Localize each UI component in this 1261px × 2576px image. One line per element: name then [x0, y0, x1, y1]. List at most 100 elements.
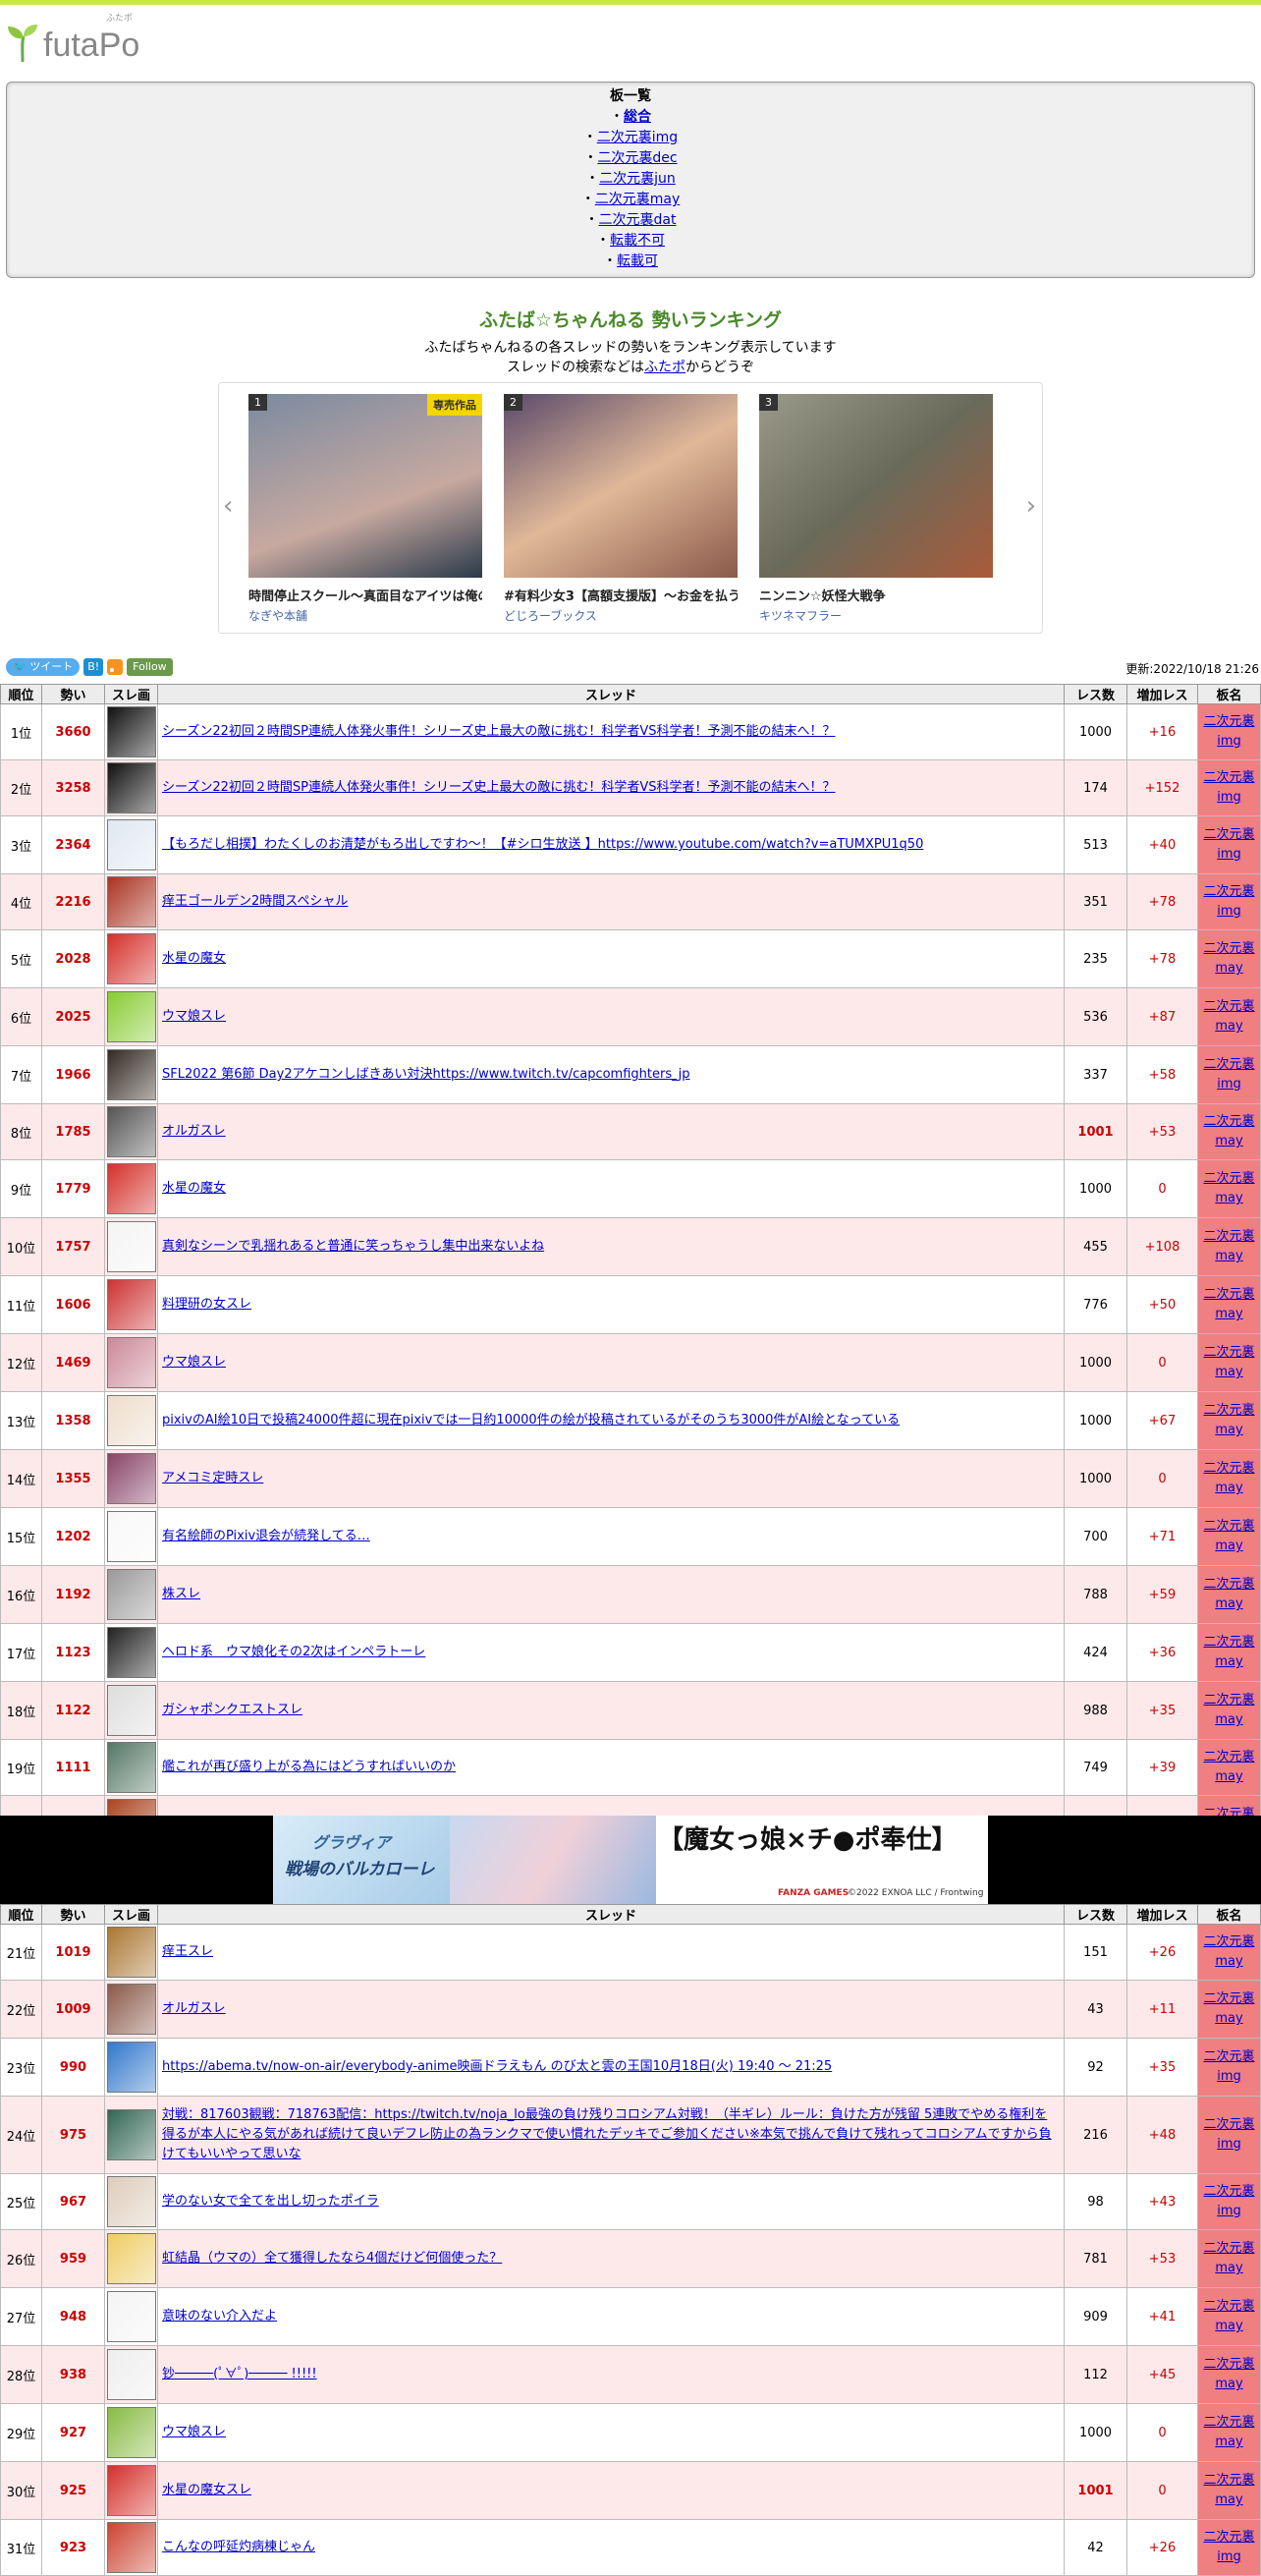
product-title[interactable]: #有料少女3【高額支援版】〜お金を払うと [504, 586, 738, 604]
thread-link[interactable]: 水星の魔女 [162, 1181, 226, 1196]
thread-link[interactable]: SFL2022 第6節 Day2アケコンしばきあい対決https://www.t… [162, 1067, 689, 1082]
board-name-link[interactable]: 二次元裏 may [1203, 1693, 1254, 1727]
thread-link[interactable]: ウマ娘スレ [162, 1009, 226, 1024]
thread-link[interactable]: こんなの呼延灼病棟じゃん [162, 2540, 315, 2554]
thread-thumbnail[interactable] [107, 1395, 156, 1446]
board-link[interactable]: 二次元裏jun [599, 171, 676, 187]
board-name-link[interactable]: 二次元裏 may [1203, 1635, 1254, 1669]
board-name-link[interactable]: 二次元裏 may [1203, 1577, 1254, 1611]
thread-thumbnail[interactable] [107, 2522, 156, 2573]
board-link[interactable]: 二次元裏img [597, 130, 678, 145]
thread-link[interactable]: https://abema.tv/now-on-air/everybody-an… [162, 2059, 832, 2074]
thread-link[interactable]: pixivのAI絵10日で投稿24000件超に現在pixivでは一日約10000… [162, 1413, 900, 1428]
board-name-link[interactable]: 二次元裏 may [1203, 1114, 1254, 1148]
thread-thumbnail[interactable] [107, 1511, 156, 1562]
board-name-link[interactable]: 二次元裏 may [1203, 1519, 1254, 1553]
board-list[interactable]: 板一覧 ・総合 ・二次元裏img ・二次元裏dec ・二次元裏jun ・二次元裏… [6, 82, 1255, 278]
thread-link[interactable]: 痒王ゴールデン2時間スペシャル [162, 894, 348, 909]
thread-thumbnail[interactable] [107, 2176, 156, 2227]
board-name-link[interactable]: 二次元裏 may [1203, 2473, 1254, 2507]
rss-icon[interactable] [107, 659, 124, 675]
board-name-link[interactable]: 二次元裏 may [1203, 1750, 1254, 1784]
board-name-link[interactable]: 二次元裏 img [1203, 2117, 1254, 2152]
thread-link[interactable]: 钞─────(ﾟ∀ﾟ)───── !!!!! [162, 2367, 317, 2381]
board-name-link[interactable]: 二次元裏 may [1203, 999, 1254, 1034]
board-name-link[interactable]: 二次元裏 img [1203, 2530, 1254, 2564]
product-title[interactable]: ニンニン☆妖怪大戦争 [759, 586, 993, 604]
thread-link[interactable]: 虹結晶（ウマの）全て獲得したなら4個だけど何個使った？ [162, 2251, 502, 2266]
thread-thumbnail[interactable] [107, 2465, 156, 2516]
board-name-link[interactable]: 二次元裏 img [1203, 770, 1254, 805]
carousel-prev-icon[interactable]: ‹ [223, 491, 233, 521]
board-link[interactable]: 転載可 [617, 253, 658, 269]
thread-thumbnail[interactable] [107, 991, 156, 1042]
thread-thumbnail[interactable] [107, 1106, 156, 1157]
thread-link[interactable]: 水星の魔女 [162, 951, 226, 966]
thread-link[interactable]: 艦これが再び盛り上がる為にはどうすればいいのか [162, 1760, 456, 1774]
thread-link[interactable]: ウマ娘スレ [162, 2425, 226, 2439]
thread-thumbnail[interactable] [107, 1279, 156, 1330]
board-link[interactable]: 総合 [624, 109, 651, 125]
thread-thumbnail[interactable] [107, 2407, 156, 2458]
carousel-slide[interactable]: 3 ニンニン☆妖怪大戦争 キツネマフラー [759, 394, 993, 624]
board-name-link[interactable]: 二次元裏 may [1203, 1229, 1254, 1263]
board-name-link[interactable]: 二次元裏 may [1203, 2299, 1254, 2333]
board-link[interactable]: 二次元裏may [595, 192, 681, 207]
board-name-link[interactable]: 二次元裏 img [1203, 884, 1254, 919]
thread-thumbnail[interactable] [107, 2109, 156, 2160]
thread-thumbnail[interactable] [107, 1049, 156, 1100]
thread-link[interactable]: シーズン22初回２時間SP連続人体発火事件！シリーズ史上最大の敵に挑む！科学者V… [162, 780, 835, 795]
product-title[interactable]: 時間停止スクール～真面目なアイツは俺の [248, 586, 482, 604]
thread-link[interactable]: 水星の魔女スレ [162, 2483, 251, 2497]
thread-thumbnail[interactable] [107, 1927, 156, 1978]
thread-thumbnail[interactable] [107, 1337, 156, 1388]
board-name-link[interactable]: 二次元裏 may [1203, 1171, 1254, 1205]
site-logo[interactable]: futaPo [6, 23, 139, 62]
carousel-slide[interactable]: 2 #有料少女3【高額支援版】〜お金を払うと どじろーブックス [504, 394, 738, 624]
board-link[interactable]: 二次元裏dec [597, 150, 677, 166]
product-image[interactable]: 1 専売作品 [248, 394, 482, 578]
board-link[interactable]: 転載不可 [610, 233, 665, 249]
board-name-link[interactable]: 二次元裏 may [1203, 2415, 1254, 2449]
board-name-link[interactable]: 二次元裏 may [1203, 1287, 1254, 1321]
thread-thumbnail[interactable] [107, 1984, 156, 2035]
board-name-link[interactable]: 二次元裏 may [1203, 1461, 1254, 1495]
thread-link[interactable]: ウマ娘スレ [162, 1355, 226, 1370]
board-name-link[interactable]: 二次元裏 img [1203, 827, 1254, 862]
thread-link[interactable]: 対戦：817603観戦：718763配信：https://twitch.tv/n… [162, 2107, 1052, 2161]
thread-link[interactable]: 真剣なシーンで乳揺れあると普通に笑っちゃうし集中出来ないよね [162, 1239, 544, 1254]
thread-link[interactable]: 有名絵師のPixiv退会が続発してる… [162, 1529, 370, 1543]
thread-thumbnail[interactable] [107, 1453, 156, 1504]
thread-thumbnail[interactable] [107, 2291, 156, 2342]
ad-banner[interactable]: グラヴィア 戦場のバルカローレ 【魔女っ娘×チ●ポ奉仕】 FANZA GAMES… [0, 1816, 1261, 1904]
thread-thumbnail[interactable] [107, 706, 156, 757]
board-name-link[interactable]: 二次元裏 may [1203, 1991, 1254, 2026]
thread-link[interactable]: オルガスレ [162, 1124, 226, 1139]
carousel-slide[interactable]: 1 専売作品 時間停止スクール～真面目なアイツは俺の なぎや本舗 [248, 394, 482, 624]
product-circle[interactable]: なぎや本舗 [248, 607, 482, 624]
thread-thumbnail[interactable] [107, 762, 156, 813]
thread-link[interactable]: オルガスレ [162, 2001, 226, 2016]
board-name-link[interactable]: 二次元裏 may [1203, 2357, 1254, 2391]
thread-link[interactable]: 株スレ [162, 1587, 200, 1601]
thread-link[interactable]: ガシャポンクエストスレ [162, 1703, 302, 1717]
board-name-link[interactable]: 二次元裏 may [1203, 2241, 1254, 2275]
product-image[interactable]: 3 [759, 394, 993, 578]
thread-thumbnail[interactable] [107, 2233, 156, 2284]
board-name-link[interactable]: 二次元裏 may [1203, 1345, 1254, 1379]
board-name-link[interactable]: 二次元裏 img [1203, 2184, 1254, 2218]
thread-link[interactable]: アメコミ定時スレ [162, 1471, 263, 1485]
thread-thumbnail[interactable] [107, 2042, 156, 2093]
board-link[interactable]: 二次元裏dat [599, 212, 677, 228]
product-image[interactable]: 2 [504, 394, 738, 578]
futapo-link[interactable]: ふたポ [644, 360, 685, 375]
thread-link[interactable]: 意味のない介入だよ [162, 2309, 277, 2324]
tweet-button[interactable]: 🐦 ツイート [6, 658, 81, 676]
thread-thumbnail[interactable] [107, 1163, 156, 1214]
thread-thumbnail[interactable] [107, 1569, 156, 1620]
hatena-bookmark-button[interactable]: B! [83, 658, 104, 676]
thread-thumbnail[interactable] [107, 1627, 156, 1678]
thread-thumbnail[interactable] [107, 1742, 156, 1793]
thread-link[interactable]: 痒王スレ [162, 1944, 213, 1959]
carousel-next-icon[interactable]: › [1026, 491, 1036, 521]
